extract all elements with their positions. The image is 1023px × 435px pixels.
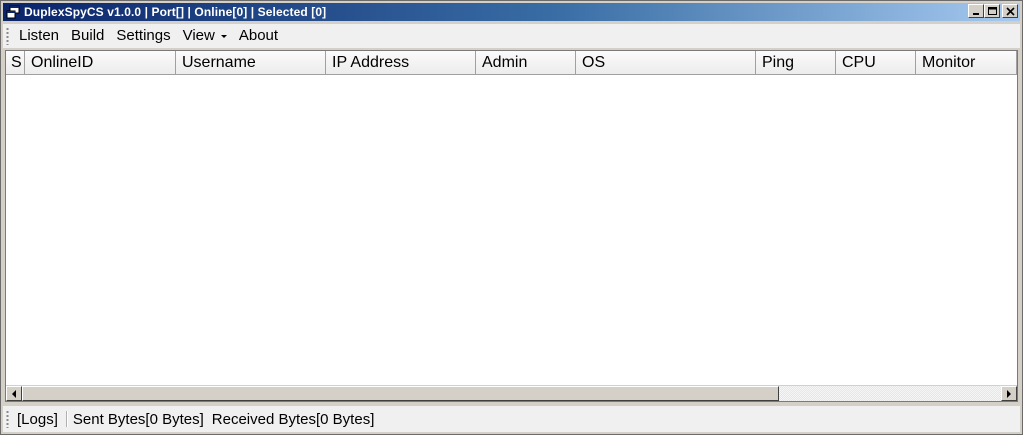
menu-bar: Listen Build Settings View About — [3, 24, 1020, 48]
column-header-username[interactable]: Username — [176, 51, 326, 75]
maximize-icon — [988, 7, 997, 15]
sent-bytes-label: Sent Bytes[0 Bytes] — [72, 410, 204, 428]
column-header-ip-address[interactable]: IP Address — [326, 51, 476, 75]
menu-view[interactable]: View — [177, 25, 233, 47]
close-button[interactable] — [1002, 4, 1018, 18]
minimize-icon — [973, 13, 979, 15]
minimize-button[interactable] — [968, 4, 984, 18]
window-title: DuplexSpyCS v1.0.0 | Port[] | Online[0] … — [24, 5, 327, 19]
toolbar-grip-icon[interactable] — [6, 27, 9, 45]
column-header-os[interactable]: OS — [576, 51, 756, 75]
maximize-button[interactable] — [984, 4, 1000, 18]
title-bar[interactable]: DuplexSpyCS v1.0.0 | Port[] | Online[0] … — [3, 3, 1020, 21]
menu-view-label: View — [182, 27, 215, 44]
main-window: DuplexSpyCS v1.0.0 | Port[] | Online[0] … — [0, 0, 1023, 435]
column-header-status[interactable]: S — [6, 51, 25, 75]
caption-buttons — [968, 4, 1018, 18]
logs-button[interactable]: [Logs] — [13, 411, 62, 428]
app-window-icon — [6, 5, 20, 19]
received-bytes-label: Received Bytes[0 Bytes] — [211, 410, 375, 428]
scroll-right-button[interactable] — [1001, 386, 1017, 401]
status-bar: [Logs] Sent Bytes[0 Bytes] Received Byte… — [3, 406, 1020, 432]
arrow-left-icon — [12, 390, 16, 398]
scrollbar-thumb[interactable] — [22, 386, 779, 401]
close-icon — [1006, 7, 1015, 16]
dropdown-arrow-icon — [220, 34, 227, 38]
menu-about[interactable]: About — [233, 25, 284, 47]
table-body[interactable] — [6, 75, 1017, 385]
clients-list[interactable]: S OnlineID Username IP Address Admin OS … — [5, 50, 1018, 402]
column-header-cpu[interactable]: CPU — [836, 51, 916, 75]
menu-build[interactable]: Build — [65, 25, 110, 47]
menu-listen[interactable]: Listen — [13, 25, 65, 47]
arrow-right-icon — [1007, 390, 1011, 398]
column-header-onlineid[interactable]: OnlineID — [25, 51, 176, 75]
menu-build-label: Build — [71, 27, 105, 44]
menu-about-label: About — [238, 27, 279, 44]
column-header-monitor[interactable]: Monitor — [916, 51, 1017, 75]
menu-settings[interactable]: Settings — [110, 25, 176, 47]
menu-settings-label: Settings — [116, 27, 171, 44]
column-header-ping[interactable]: Ping — [756, 51, 836, 75]
horizontal-scrollbar[interactable] — [6, 385, 1017, 401]
column-header-admin[interactable]: Admin — [476, 51, 576, 75]
scroll-left-button[interactable] — [6, 386, 22, 401]
menu-listen-label: Listen — [19, 27, 60, 44]
table-header: S OnlineID Username IP Address Admin OS … — [6, 51, 1017, 75]
status-separator — [65, 411, 67, 427]
statusbar-grip-icon[interactable] — [6, 410, 9, 428]
